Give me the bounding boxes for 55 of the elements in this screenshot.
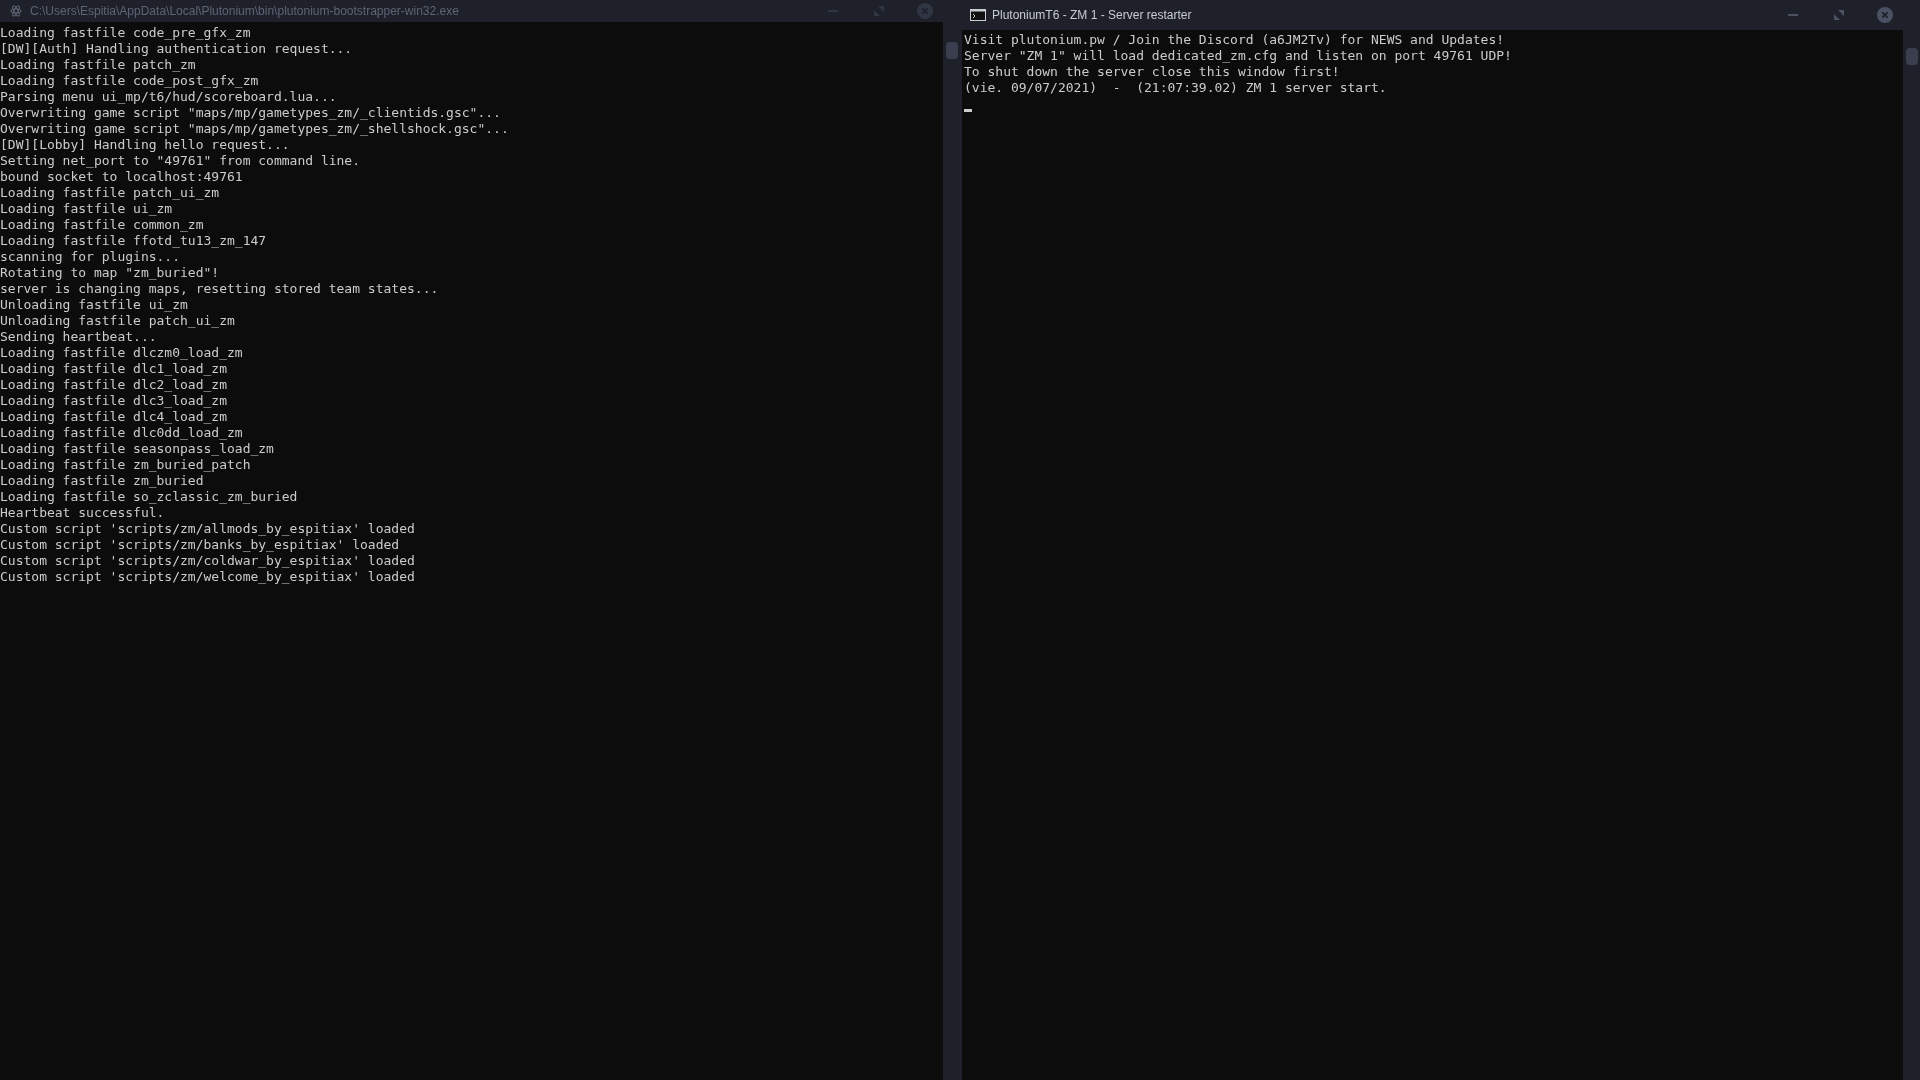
console-line: Unloading fastfile ui_zm (0, 297, 188, 313)
maximize-button[interactable] (871, 3, 887, 19)
console-line: Parsing menu ui_mp/t6/hud/scoreboard.lua... (0, 89, 337, 105)
maximize-icon (874, 6, 884, 16)
console-line: bound socket to localhost:49761 (0, 169, 243, 185)
window-title: C:\Users\Espitia\AppData\Local\Plutonium\bin\plutonium-bootstrapper-win32.exe (30, 3, 459, 20)
console-line: Setting net_port to "49761" from command line. (0, 153, 361, 169)
console-line: Server "ZM 1" will load dedicated_zm.cfg and listen on port 49761 UDP! (964, 48, 1512, 64)
console-line: Overwriting game script "maps/mp/gametypes_zm/_shellshock.gsc"... (0, 121, 509, 137)
console-line: Loading fastfile dlc0dd_load_zm (0, 425, 243, 441)
text-cursor (964, 109, 972, 112)
console-line: Loading fastfile zm_buried (0, 473, 204, 489)
console-line: Loading fastfile seasonpass_load_zm (0, 441, 274, 457)
close-icon (1882, 12, 1888, 18)
console-line: Sending heartbeat... (0, 329, 157, 345)
scrollbar-thumb[interactable] (1905, 48, 1918, 65)
minimize-icon (1788, 14, 1798, 16)
console-line: Loading fastfile dlc4_load_zm (0, 409, 227, 425)
console-line: Overwriting game script "maps/mp/gametypes_zm/_clientids.gsc"... (0, 105, 501, 121)
console-icon (970, 9, 986, 21)
close-button[interactable] (917, 3, 933, 19)
console-line: [DW][Auth] Handling authentication request... (0, 41, 353, 57)
console-line: [DW][Lobby] Handling hello request... (0, 137, 290, 153)
window-title: PlutoniumT6 - ZM 1 - Server restarter (992, 7, 1192, 24)
console-line: To shut down the server close this window first! (964, 64, 1340, 80)
console-line: Loading fastfile dlc3_load_zm (0, 393, 227, 409)
console-line: Rotating to map "zm_buried"! (0, 265, 220, 281)
console-line: Heartbeat successful. (0, 505, 165, 521)
console-line: Custom script 'scripts/zm/banks_by_espitiax' loaded (0, 537, 400, 553)
maximize-icon (1834, 10, 1844, 20)
console-line: (vie. 09/07/2021) - (21:07:39.02) ZM 1 server start. (964, 80, 1387, 96)
console-line: Loading fastfile dlc2_load_zm (0, 377, 227, 393)
console-line: Loading fastfile dlc1_load_zm (0, 361, 227, 377)
close-icon (922, 8, 928, 14)
console-line: Loading fastfile patch_ui_zm (0, 185, 220, 201)
console-line: Loading fastfile patch_zm (0, 57, 196, 73)
console-line: Visit plutonium.pw / Join the Discord (a6JM2Tv) for NEWS and Updates! (964, 32, 1505, 48)
console-line: Unloading fastfile patch_ui_zm (0, 313, 235, 329)
atom-icon (10, 5, 22, 17)
console-line: Loading fastfile dlczm0_load_zm (0, 345, 243, 361)
console-line: Custom script 'scripts/zm/coldwar_by_espitiax' loaded (0, 553, 415, 569)
console-line: Custom script 'scripts/zm/welcome_by_espitiax' loaded (0, 569, 415, 585)
console-line: Loading fastfile ui_zm (0, 201, 173, 217)
console-line: server is changing maps, resetting stored team states... (0, 281, 439, 297)
console-line: Custom script 'scripts/zm/allmods_by_espitiax' loaded (0, 521, 415, 537)
close-button[interactable] (1877, 7, 1893, 23)
scrollbar-thumb[interactable] (945, 42, 958, 59)
console-line: Loading fastfile zm_buried_patch (0, 457, 251, 473)
console-line: Loading fastfile ffotd_tu13_zm_147 (0, 233, 267, 249)
console-line: Loading fastfile common_zm (0, 217, 204, 233)
console-line: Loading fastfile code_post_gfx_zm (0, 73, 259, 89)
console-line: scanning for plugins... (0, 249, 180, 265)
maximize-button[interactable] (1831, 7, 1847, 23)
console-line: Loading fastfile so_zclassic_zm_buried (0, 489, 298, 505)
console-line: Loading fastfile code_pre_gfx_zm (0, 25, 251, 41)
